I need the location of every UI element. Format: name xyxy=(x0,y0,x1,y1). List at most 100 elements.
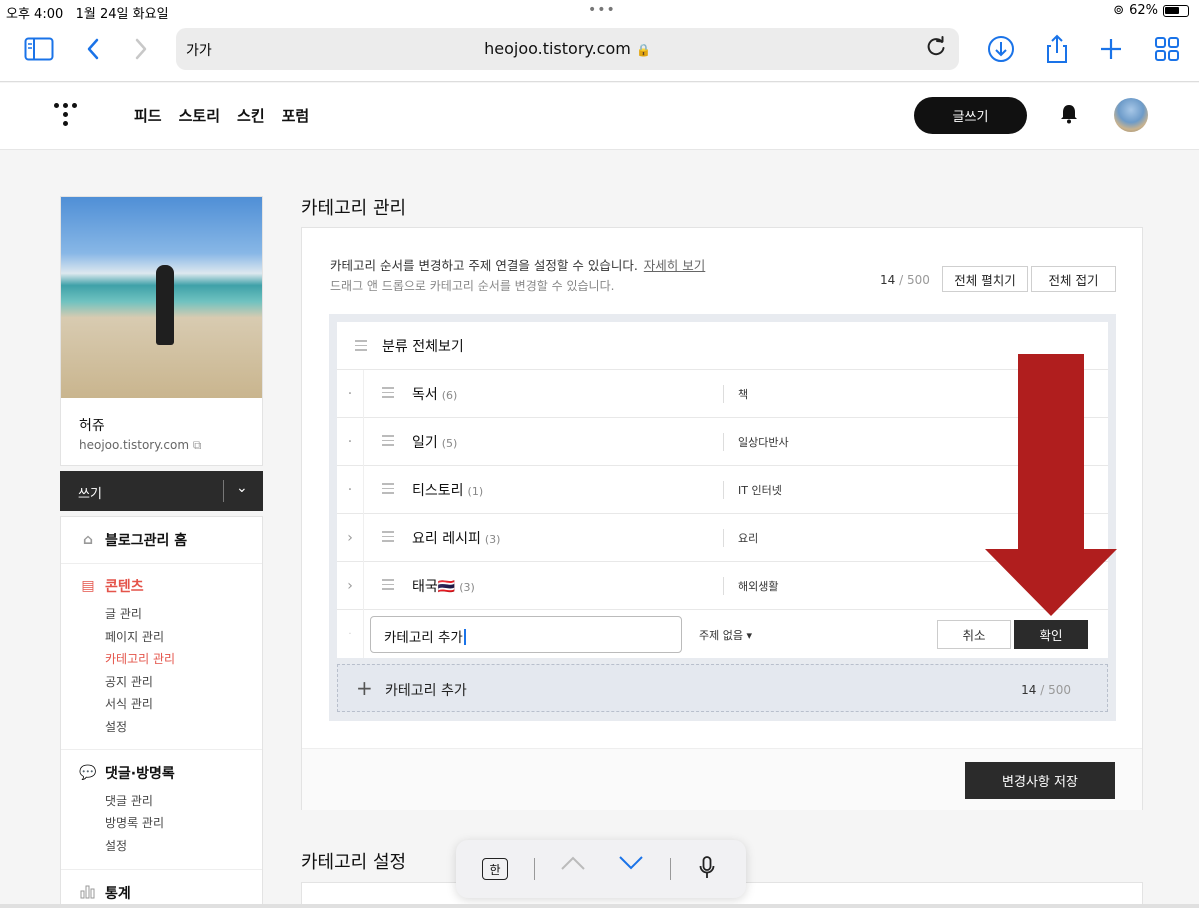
drag-handle-icon[interactable] xyxy=(355,340,367,354)
external-link-icon: ⧉ xyxy=(192,438,202,452)
save-changes-button[interactable]: 변경사항 저장 xyxy=(965,762,1115,799)
category-edit-row: · 카테고리 추가 주제 없음 ▾ 취소 확인 xyxy=(337,610,1108,658)
category-count: 14 / 500 xyxy=(880,273,930,287)
add-category-count: 14 / 500 xyxy=(1021,683,1071,697)
screen-rotation-lock-icon: ⊚ xyxy=(1113,3,1125,18)
category-root-name: 분류 전체보기 xyxy=(382,339,464,355)
drag-handle-icon[interactable] xyxy=(382,579,394,593)
blog-name[interactable]: 허쥬 xyxy=(79,415,105,435)
add-category-label: 카테고리 추가 xyxy=(385,683,467,699)
add-category-button[interactable]: + 카테고리 추가 14 / 500 xyxy=(337,664,1108,712)
nav-forum[interactable]: 포럼 xyxy=(282,105,310,126)
topic-select[interactable]: 주제 없음 ▾ xyxy=(699,627,752,643)
forward-icon[interactable] xyxy=(124,34,158,64)
sidebar-item-blog-home[interactable]: ⌂ 블로그관리 홈 xyxy=(79,530,187,550)
category-expander[interactable]: · xyxy=(337,466,364,514)
notification-bell-icon[interactable] xyxy=(1060,104,1078,129)
drag-handle-icon[interactable] xyxy=(382,531,394,545)
download-icon[interactable] xyxy=(984,34,1018,64)
sidebar-sub-guestbook-manage[interactable]: 방명록 관리 xyxy=(105,814,164,831)
category-name: 요리 레시피 (3) xyxy=(412,531,501,547)
category-topic[interactable]: 책 xyxy=(738,386,748,402)
category-name: 티스토리 (1) xyxy=(412,483,484,499)
site-header: 피드 스토리 스킨 포럼 글쓰기 xyxy=(0,83,1199,150)
keyboard-accessory-bar: 한 xyxy=(456,840,746,898)
sidebar-write-button[interactable]: 쓰기 ⌄ xyxy=(60,471,263,511)
sidebar-write-label: 쓰기 xyxy=(78,487,102,502)
sidebar-sub-comment-manage[interactable]: 댓글 관리 xyxy=(105,792,153,809)
category-name: 태국🇹🇭 (3) xyxy=(412,579,475,595)
home-icon: ⌂ xyxy=(82,532,94,548)
share-icon[interactable] xyxy=(1040,34,1074,64)
main-nav: 피드 스토리 스킨 포럼 xyxy=(134,105,309,126)
nav-feed[interactable]: 피드 xyxy=(134,105,162,126)
category-expander[interactable]: · xyxy=(337,418,364,466)
nav-skin[interactable]: 스킨 xyxy=(237,105,265,126)
write-post-button[interactable]: 글쓰기 xyxy=(914,97,1027,134)
sidebar-sub-comments-settings[interactable]: 설정 xyxy=(105,837,127,854)
sidebar-toggle-icon[interactable] xyxy=(22,34,56,64)
category-name: 독서 (6) xyxy=(412,387,458,403)
blog-profile-card: 허쥬 heojoo.tistory.com ⧉ xyxy=(60,196,263,466)
plus-icon: + xyxy=(356,676,373,700)
microphone-icon[interactable] xyxy=(699,856,715,885)
sidebar-sub-category-manage[interactable]: 카테고리 관리 xyxy=(105,650,175,667)
lock-icon: 🔒 xyxy=(635,43,651,57)
card-footer: 변경사항 저장 xyxy=(302,748,1142,810)
category-description: 카테고리 순서를 변경하고 주제 연결을 설정할 수 있습니다. 자세히 보기 xyxy=(330,258,706,273)
sidebar-sub-template-manage[interactable]: 서식 관리 xyxy=(105,695,153,712)
address-bar[interactable]: 가가 heojoo.tistory.com 🔒 xyxy=(176,28,959,70)
browser-toolbar: 가가 heojoo.tistory.com 🔒 xyxy=(0,22,1199,82)
category-topic[interactable]: 일상다반사 xyxy=(738,434,789,450)
sidebar-item-stats[interactable]: 통계 xyxy=(79,883,131,903)
bar-chart-icon xyxy=(79,883,97,903)
tab-overview-icon[interactable] xyxy=(1150,34,1184,64)
expand-all-button[interactable]: 전체 펼치기 xyxy=(942,266,1028,292)
sidebar-menu: ⌂ 블로그관리 홈 ▤ 콘텐츠 글 관리 페이지 관리 카테고리 관리 공지 관리 … xyxy=(60,516,263,908)
nav-story[interactable]: 스토리 xyxy=(179,105,220,126)
chevron-down-icon[interactable] xyxy=(618,853,644,879)
sidebar-sub-page-manage[interactable]: 페이지 관리 xyxy=(105,628,164,645)
new-tab-icon[interactable] xyxy=(1094,34,1128,64)
drag-handle-icon[interactable] xyxy=(382,435,394,449)
reload-icon[interactable] xyxy=(925,36,947,63)
page-title: 카테고리 관리 xyxy=(301,198,407,219)
sidebar-item-comments[interactable]: 💬 댓글·방명록 xyxy=(79,763,174,783)
detail-link[interactable]: 자세히 보기 xyxy=(644,258,705,273)
sidebar-sub-post-manage[interactable]: 글 관리 xyxy=(105,605,142,622)
category-settings-title: 카테고리 설정 xyxy=(301,852,407,873)
drag-handle-icon[interactable] xyxy=(382,483,394,497)
battery-percent: 62% xyxy=(1129,3,1158,18)
cancel-button[interactable]: 취소 xyxy=(937,620,1011,649)
category-topic[interactable]: IT 인터넷 xyxy=(738,482,782,498)
category-expander[interactable]: · xyxy=(337,370,364,418)
category-name: 일기 (5) xyxy=(412,435,458,451)
annotation-arrow-icon xyxy=(985,354,1117,616)
speech-bubble-icon: 💬 xyxy=(79,765,97,781)
chevron-up-icon[interactable] xyxy=(560,853,586,879)
category-topic[interactable]: 요리 xyxy=(738,530,758,546)
multitask-dots-icon[interactable]: ••• xyxy=(588,2,616,18)
url-text: heojoo.tistory.com 🔒 xyxy=(484,39,651,58)
category-expander[interactable]: › xyxy=(337,562,364,610)
battery-icon xyxy=(1163,4,1189,17)
sidebar-sub-notice-manage[interactable]: 공지 관리 xyxy=(105,673,153,690)
back-icon[interactable] xyxy=(76,34,110,64)
tistory-logo-icon[interactable] xyxy=(54,103,78,129)
document-icon: ▤ xyxy=(81,578,95,594)
user-avatar[interactable] xyxy=(1114,98,1148,132)
status-right: ⊚ 62% xyxy=(1113,3,1189,18)
korean-input-toggle[interactable]: 한 xyxy=(482,858,508,880)
collapse-all-button[interactable]: 전체 접기 xyxy=(1031,266,1116,292)
blog-url[interactable]: heojoo.tistory.com ⧉ xyxy=(79,438,201,453)
chevron-down-icon[interactable]: ⌄ xyxy=(236,480,248,496)
status-time: 오후 4:00 1월 24일 화요일 xyxy=(6,7,169,22)
category-topic[interactable]: 해외생활 xyxy=(738,578,778,594)
confirm-button[interactable]: 확인 xyxy=(1014,620,1088,649)
category-name-input[interactable]: 카테고리 추가 xyxy=(370,616,682,653)
status-bar: 오후 4:00 1월 24일 화요일 ••• ⊚ 62% xyxy=(0,0,1199,22)
sidebar-item-contents[interactable]: ▤ 콘텐츠 xyxy=(79,576,143,596)
category-expander[interactable]: › xyxy=(337,514,364,562)
drag-handle-icon[interactable] xyxy=(382,387,394,401)
sidebar-sub-contents-settings[interactable]: 설정 xyxy=(105,718,127,735)
